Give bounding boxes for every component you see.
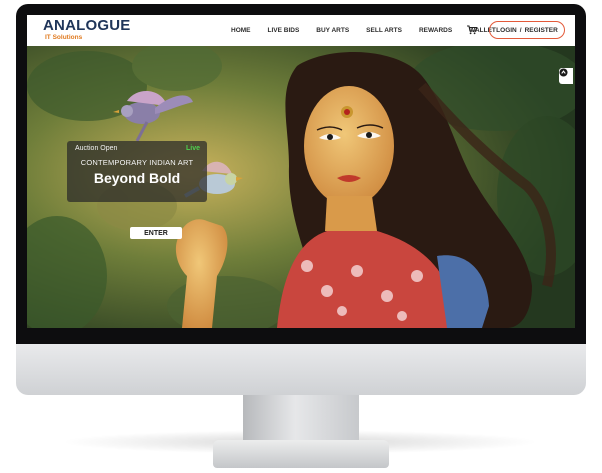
logo-wordmark: ANALOGUE	[43, 17, 131, 34]
cart-icon[interactable]	[467, 25, 477, 35]
brand-logo[interactable]: ANALOGUE IT Solutions	[43, 18, 130, 42]
side-chat-button[interactable]	[559, 68, 573, 84]
nav-item-rewards[interactable]: REWARDS	[419, 27, 452, 34]
logo-tagline: IT Solutions	[45, 34, 83, 41]
painting-face	[304, 86, 394, 206]
login-register-button[interactable]: LOGIN / REGISTER	[489, 21, 565, 39]
auction-card: Auction Open Live CONTEMPORARY INDIAN AR…	[67, 141, 207, 202]
login-separator: /	[519, 26, 522, 34]
monitor-stand-neck	[243, 395, 359, 443]
monitor-stand-base	[213, 440, 389, 468]
enter-button[interactable]: ENTER	[130, 227, 182, 239]
nav-item-buy-arts[interactable]: BUY ARTS	[316, 27, 349, 34]
nav-item-sell-arts[interactable]: SELL ARTS	[366, 27, 402, 34]
chat-icon	[559, 68, 568, 77]
monitor-screen: ANALOGUE IT Solutions HOME LIVE BIDS BUY…	[27, 15, 575, 328]
nav-item-home[interactable]: HOME	[231, 27, 251, 34]
auction-title: Beyond Bold	[93, 170, 181, 186]
login-label: LOGIN	[496, 26, 517, 34]
monitor-chin	[16, 344, 586, 395]
live-badge: Live	[185, 145, 200, 152]
auction-status: Auction Open	[75, 145, 118, 152]
register-label: REGISTER	[524, 26, 558, 34]
top-navbar: ANALOGUE IT Solutions HOME LIVE BIDS BUY…	[27, 15, 575, 46]
auction-category: CONTEMPORARY INDIAN ART	[80, 158, 194, 167]
nav-item-live-bids[interactable]: LIVE BIDS	[268, 27, 300, 34]
